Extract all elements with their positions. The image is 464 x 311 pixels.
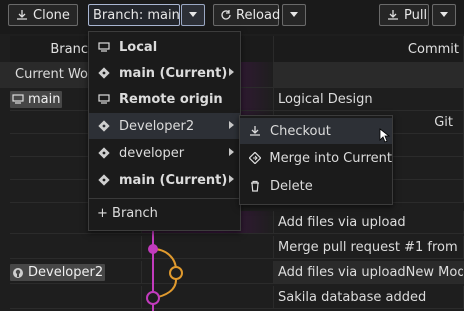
menu-separator [89, 198, 240, 199]
add-branch-button[interactable]: + Branch [89, 200, 240, 226]
menu-item-local-main-label: main (Current) [119, 65, 228, 81]
commit-node[interactable] [169, 266, 183, 280]
branch-action-submenu: Checkout Merge into Current Delete [239, 115, 393, 205]
delete-menu-item[interactable]: Delete [240, 173, 392, 199]
menu-section-local-label: Local [119, 39, 158, 55]
menu-item-remote-developer-label: developer [119, 145, 185, 161]
menu-item-local-main[interactable]: main (Current) [89, 60, 240, 86]
merge-label: Merge into Current [269, 150, 392, 166]
chevron-right-icon [229, 175, 234, 183]
monitor-icon [97, 40, 111, 54]
menu-section-remote-label: Remote origin [119, 91, 223, 107]
merge-icon [248, 151, 261, 165]
menu-item-remote-developer2-label: Developer2 [119, 118, 195, 134]
merge-menu-item[interactable]: Merge into Current [240, 145, 392, 171]
mouse-cursor-icon [379, 128, 391, 143]
chevron-right-icon [229, 68, 234, 76]
branch-icon [97, 66, 111, 80]
add-branch-label: + Branch [97, 205, 158, 221]
download-icon [248, 124, 262, 138]
checkout-label: Checkout [270, 123, 331, 139]
branch-icon [97, 146, 111, 160]
menu-item-remote-main-label: main (Current) [119, 172, 228, 188]
menu-item-remote-main[interactable]: main (Current) [89, 167, 240, 193]
menu-section-remote: Remote origin [89, 86, 240, 112]
branch-icon [97, 173, 111, 187]
delete-label: Delete [270, 178, 313, 194]
checkout-menu-item[interactable]: Checkout [240, 118, 392, 144]
chevron-right-icon [229, 148, 234, 156]
git-client-window: Clone Branch: main Reload Pull Branch/ C… [0, 0, 464, 311]
branch-menu: Local main (Current) Remote origin Devel… [88, 31, 241, 231]
trash-icon [248, 179, 262, 193]
menu-item-remote-developer2[interactable]: Developer2 [89, 113, 240, 139]
monitor-icon [97, 92, 111, 106]
menu-section-local: Local [89, 34, 240, 60]
menu-item-remote-developer[interactable]: developer [89, 140, 240, 166]
commit-node[interactable] [146, 291, 160, 305]
commit-node[interactable] [148, 244, 158, 254]
chevron-right-icon [229, 121, 234, 129]
branch-icon [97, 119, 111, 133]
